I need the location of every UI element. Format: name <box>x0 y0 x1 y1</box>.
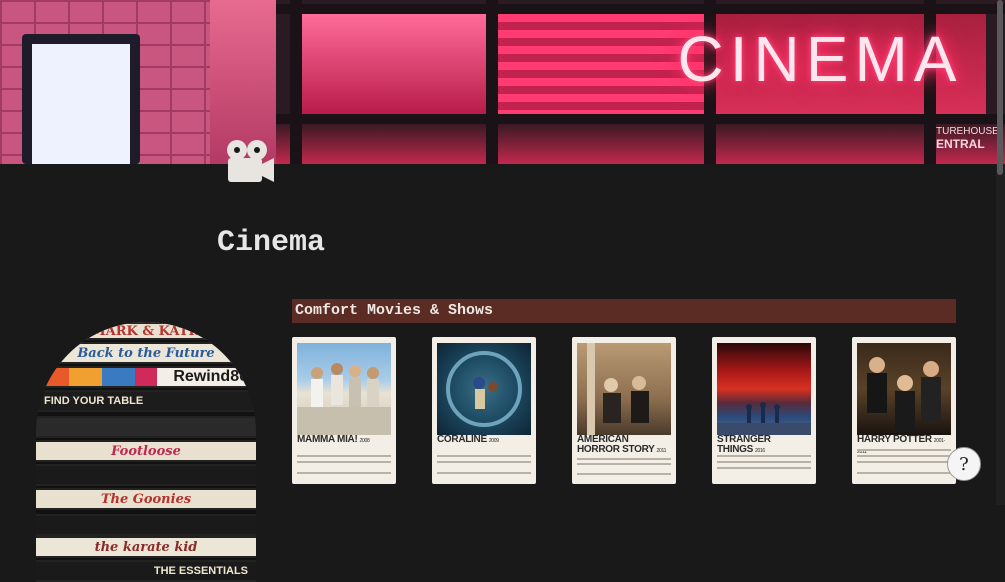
cover-sign-text: TUREHOUSE ENTRAL <box>936 126 999 151</box>
card-title: AMERICAN HORROR STORY 2011 <box>577 434 667 455</box>
help-button[interactable]: ? <box>947 447 981 481</box>
card-title: MAMMA MIA! 2008 <box>297 434 370 445</box>
card-title: CORALINE 2009 <box>437 434 499 445</box>
card-fine-print <box>717 455 811 457</box>
gallery-card-mamma-mia[interactable]: MAMMA MIA! 2008 <box>292 337 396 484</box>
scrollbar-thumb[interactable] <box>997 0 1003 175</box>
gallery-card-harry-potter[interactable]: HARRY POTTER 2001-2011 <box>852 337 956 484</box>
vhs-tape: the karate kid <box>36 536 256 558</box>
scrollbar-track[interactable] <box>996 164 1005 505</box>
card-fine-print <box>577 463 671 465</box>
card-fine-print <box>297 472 391 474</box>
vhs-tape <box>36 514 256 536</box>
card-fine-print <box>577 473 671 475</box>
card-fine-print <box>297 455 391 457</box>
vhs-tape: Back to the Future <box>36 342 256 364</box>
help-icon: ? <box>959 453 969 475</box>
page-title: Cinema <box>217 226 326 260</box>
neon-sign-text: CINEMA <box>677 23 963 95</box>
vhs-tape: Footloose <box>36 440 256 462</box>
poster-image <box>717 343 811 435</box>
card-fine-print <box>437 472 531 474</box>
vhs-tape: FIND YOUR TABLE <box>36 390 256 412</box>
vhs-tapes-image: MARK & KATH Back to the Future Rewind80 … <box>36 322 256 582</box>
cover-window <box>300 14 490 114</box>
cover-frame-bar <box>276 4 1005 14</box>
gallery-card-stranger-things[interactable]: STRANGER THINGS 2016 <box>712 337 816 484</box>
card-fine-print <box>857 472 951 474</box>
card-fine-print <box>857 461 951 463</box>
cover-frame-bar <box>276 114 1005 124</box>
cover-frame-bar <box>290 0 302 164</box>
gallery-card-coraline[interactable]: CORALINE 2009 <box>432 337 536 484</box>
vhs-tape: MARK & KATH <box>36 322 256 340</box>
vhs-tape: Rewind80 <box>36 366 256 388</box>
poster-image <box>577 343 671 435</box>
card-fine-print <box>437 455 531 457</box>
card-fine-print <box>717 461 811 463</box>
vhs-tape: THE ESSENTIALS <box>36 560 256 582</box>
card-fine-print <box>857 455 951 457</box>
card-fine-print <box>297 461 391 463</box>
section-heading: Comfort Movies & Shows <box>292 299 956 323</box>
card-title: HARRY POTTER 2001-2011 <box>857 434 946 456</box>
card-fine-print <box>857 449 951 451</box>
card-fine-print <box>717 467 811 469</box>
card-title: STRANGER THINGS 2016 <box>717 434 771 455</box>
cover-kiosk <box>22 34 140 164</box>
vhs-tape <box>36 464 256 486</box>
card-fine-print <box>437 461 531 463</box>
poster-image <box>437 343 531 435</box>
vhs-tape <box>36 416 256 438</box>
poster-image <box>297 343 391 435</box>
card-fine-print <box>577 458 671 460</box>
cover-frame-bar <box>486 0 498 164</box>
page-cover[interactable]: CINEMA TUREHOUSE ENTRAL <box>0 0 1005 164</box>
vhs-tape: The Goonies <box>36 488 256 510</box>
movie-camera-icon[interactable] <box>222 136 278 186</box>
poster-image <box>857 343 951 435</box>
cover-lower <box>276 124 1005 164</box>
gallery-card-american-horror-story[interactable]: AMERICAN HORROR STORY 2011 <box>572 337 676 484</box>
